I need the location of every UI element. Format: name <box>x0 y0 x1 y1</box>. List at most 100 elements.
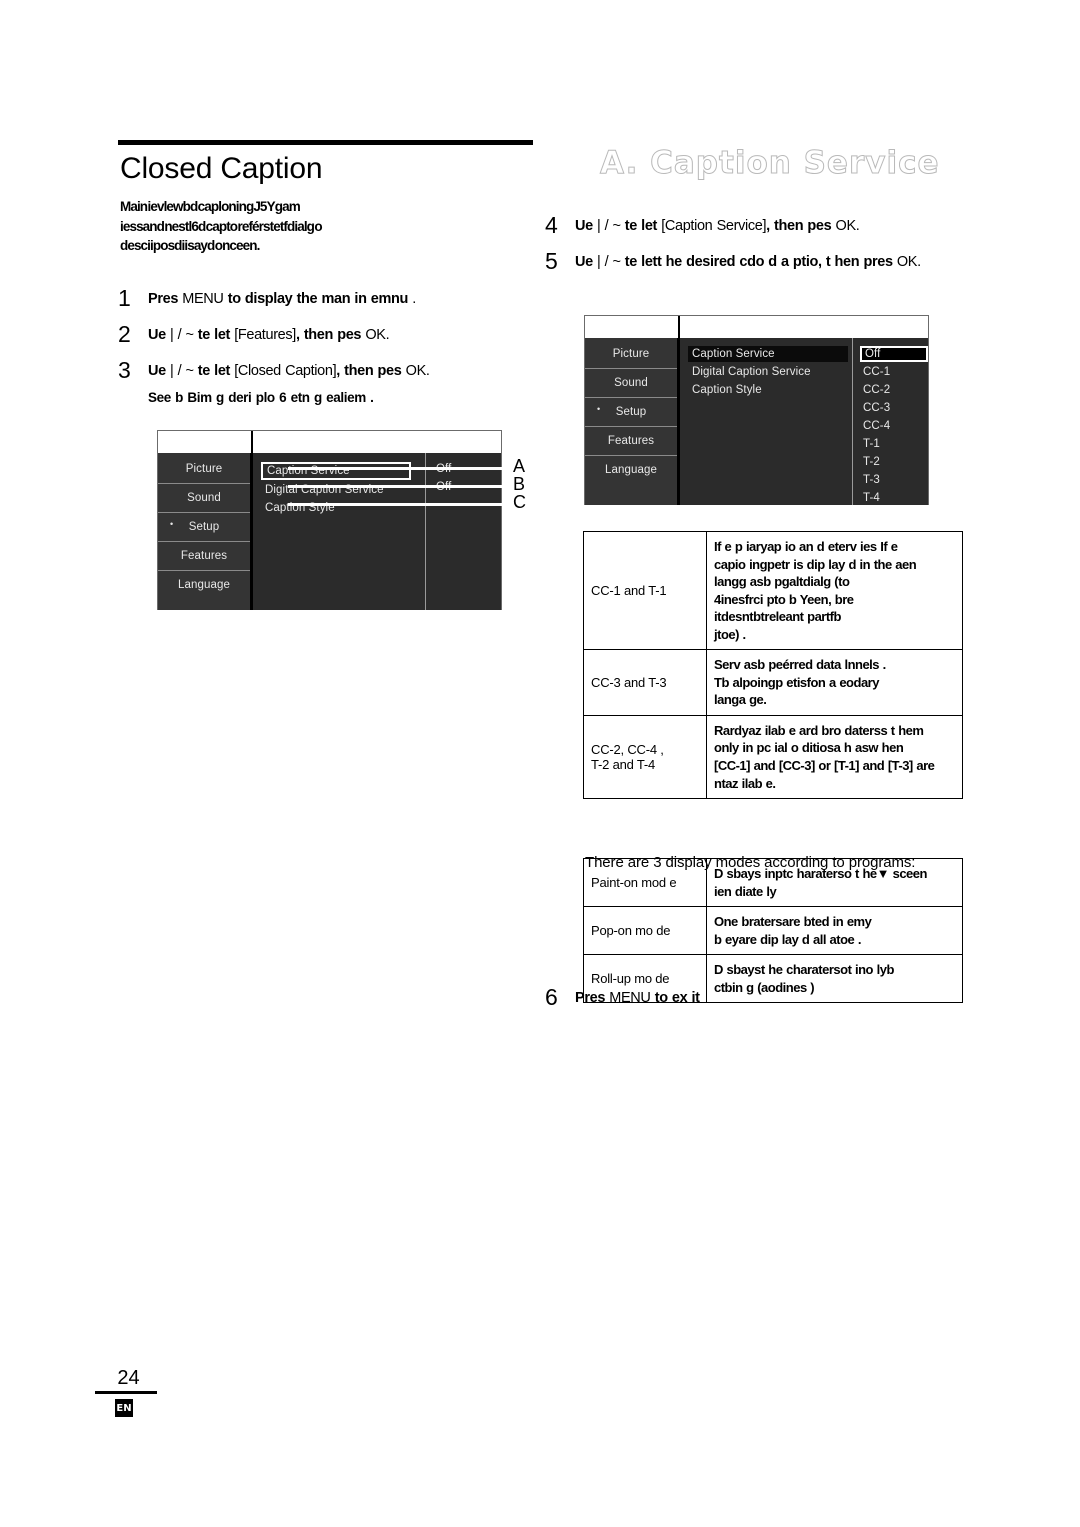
desc-line: itdesntbtreleant partfb <box>714 609 841 625</box>
menu-value-cc4[interactable]: CC-4 <box>860 418 928 434</box>
step-text: Ue | / ~ te let [Closed Caption], then p… <box>148 358 430 380</box>
step-part: [Caption Service] <box>661 218 767 234</box>
table-row: CC-1 and T-1 If e p iaryap io an d eterv… <box>583 530 963 651</box>
callout-leader-a <box>288 467 508 470</box>
desc-line: D sbayst he charatersot ino lyb <box>714 962 894 978</box>
step-part: | / ~ <box>170 326 198 343</box>
tv-menu-left: Picture Sound Setup Features Language Ca… <box>157 430 502 610</box>
steps-list-right: 4 Ue | / ~ te let [Caption Service], the… <box>545 213 975 273</box>
intro-line-1: Main ievlewbd caploningJ5 Ygam <box>120 199 301 214</box>
menu-value-cc3[interactable]: CC-3 <box>860 400 928 416</box>
tv-menu-value-list: Off CC-1 CC-2 CC-3 CC-4 T-1 T-2 T-3 T-4 <box>853 338 928 505</box>
desc-line: One bratersare bted in emy <box>714 914 872 930</box>
step-part: | / ~ <box>597 218 625 234</box>
steps-list-left: 1 Pres MENU to display the man in emnu .… <box>118 286 548 406</box>
step-part: | / ~ <box>170 362 198 379</box>
menu-value-t3[interactable]: T-3 <box>860 472 928 488</box>
desc-line: langa ge. <box>714 692 767 708</box>
step-text: Ue | / ~ te let [Features], then pes OK. <box>148 322 390 344</box>
sidebar-item-language[interactable]: Language <box>585 456 677 484</box>
section-title: A. Caption Service <box>600 145 940 181</box>
menu-value-t2[interactable]: T-2 <box>860 454 928 470</box>
title-rule <box>118 140 533 145</box>
left-column: Closed Caption Main ievlewbd caploningJ5… <box>118 140 548 413</box>
sidebar-item-picture[interactable]: Picture <box>585 340 677 369</box>
table-row: Pop-on mo de One bratersare bted in emy … <box>583 906 963 956</box>
display-modes-table: Paint-on mod e D sbays inptc haraterso t… <box>583 857 963 1004</box>
tv-menu-topbar-right <box>253 431 501 453</box>
tv-menu-main: Caption Service Digital Caption Service … <box>680 338 928 505</box>
sidebar-item-features[interactable]: Features <box>585 427 677 456</box>
row-label-line: T-2 and T-4 <box>591 757 656 773</box>
step-part: to display the man in emnu <box>227 290 409 307</box>
intro-paragraph: Main ievlewbd caploningJ5 Ygam iessand n… <box>120 197 440 256</box>
row-label-cc3-t3: CC-3 and T-3 <box>583 649 707 716</box>
row-label-line: CC-2, CC-4 , <box>591 742 664 758</box>
step-part: MENU <box>182 290 228 307</box>
desc-line: ien diate ly <box>714 883 777 899</box>
desc-line: only in pc ial o ditiosa h asw hen <box>714 740 904 756</box>
step-4: 4 Ue | / ~ te let [Caption Service], the… <box>545 213 975 237</box>
step-3: 3 Ue | / ~ te let [Closed Caption], then… <box>118 358 548 382</box>
step-part: te lett he desired cdo d a ptio, t hen p… <box>624 254 893 271</box>
tv-menu-body: Picture Sound Setup Features Language Ca… <box>158 453 501 610</box>
step-number: 6 <box>545 984 558 1010</box>
menu-item-caption-service[interactable]: Caption Service <box>688 346 848 362</box>
table-row: CC-3 and T-3 Serv asb peérred data lnnel… <box>583 649 963 716</box>
sidebar-item-features[interactable]: Features <box>158 542 250 571</box>
step-1: 1 Pres MENU to display the man in emnu . <box>118 286 548 310</box>
callout-leader-b <box>288 485 508 488</box>
step-part: | / ~ <box>597 254 625 271</box>
menu-value-t4[interactable]: T-4 <box>860 490 928 506</box>
step-part: OK. <box>365 326 390 343</box>
menu-item-caption-service[interactable]: Caption Service <box>261 462 411 480</box>
step-part: to ex it <box>654 990 700 1006</box>
step-part: . <box>408 290 416 307</box>
desc-line: Rardyaz ilab e ard bro daterss t hem <box>714 722 924 738</box>
step-part: te let <box>624 218 662 234</box>
step-number: 2 <box>118 320 131 347</box>
table-row: Paint-on mod e D sbays inptc haraterso t… <box>583 857 963 908</box>
page-footer: 24 EN <box>95 1368 165 1417</box>
step-number: 5 <box>545 248 558 275</box>
step-part: Ue <box>148 326 171 343</box>
tv-menu-topbar <box>585 316 928 338</box>
row-label-pop-on: Pop-on mo de <box>583 906 707 956</box>
step-number: 4 <box>545 212 558 238</box>
step-part: Pres <box>148 290 183 307</box>
see-below-note: See b Bim g deri plo 6 etn g ealiem . <box>148 390 374 406</box>
sidebar-item-sound[interactable]: Sound <box>158 484 250 513</box>
step-part: Pres <box>575 990 610 1006</box>
desc-line: jtoe) . <box>714 626 746 642</box>
desc-line: 4inesfrci pto b Yeen, bre <box>714 591 854 607</box>
tv-menu-body: Picture Sound Setup Features Language Ca… <box>585 338 928 505</box>
intro-line-2: iessand nestl6d capto reférstetfdialg o <box>120 218 323 234</box>
menu-item-caption-style[interactable]: Caption Style <box>688 382 852 398</box>
row-label-paint-on: Paint-on mod e <box>583 857 707 908</box>
menu-value-t1[interactable]: T-1 <box>860 436 928 452</box>
tv-menu-item-list: Caption Service Digital Caption Service … <box>680 338 853 505</box>
menu-value-cc2[interactable]: CC-2 <box>860 382 928 398</box>
step-part: OK. <box>405 362 430 379</box>
menu-item-digital-caption-service[interactable]: Digital Caption Service <box>688 364 852 380</box>
desc-line: Serv asb peérred data lnnels . <box>714 657 886 673</box>
sidebar-item-setup[interactable]: Setup <box>585 398 677 427</box>
sidebar-item-setup[interactable]: Setup <box>158 513 250 542</box>
sidebar-item-picture[interactable]: Picture <box>158 455 250 484</box>
menu-value-cc1[interactable]: CC-1 <box>860 364 928 380</box>
step-6: 6 Pres MENU to ex it <box>545 985 965 1009</box>
tv-menu-right: Picture Sound Setup Features Language Ca… <box>584 315 929 505</box>
callout-leader-c <box>288 503 508 506</box>
sidebar-item-language[interactable]: Language <box>158 571 250 599</box>
tv-menu-main: Caption Service Digital Caption Service … <box>253 453 501 610</box>
step-text: Ue | / ~ te let [Caption Service], then … <box>575 213 860 235</box>
sidebar-item-sound[interactable]: Sound <box>585 369 677 398</box>
row-label-cc1-t1: CC-1 and T-1 <box>583 530 707 651</box>
page-footer-rule <box>95 1391 157 1394</box>
menu-value-off[interactable]: Off <box>860 346 928 362</box>
step-part: te let <box>197 362 235 379</box>
step-part: , then pes <box>766 218 836 234</box>
row-desc-cc1-t1: If e p iaryap io an d eterv ies If e cap… <box>706 530 963 651</box>
step-part: , then pes <box>295 326 366 343</box>
tv-menu-item-list: Caption Service Digital Caption Service … <box>253 453 426 610</box>
